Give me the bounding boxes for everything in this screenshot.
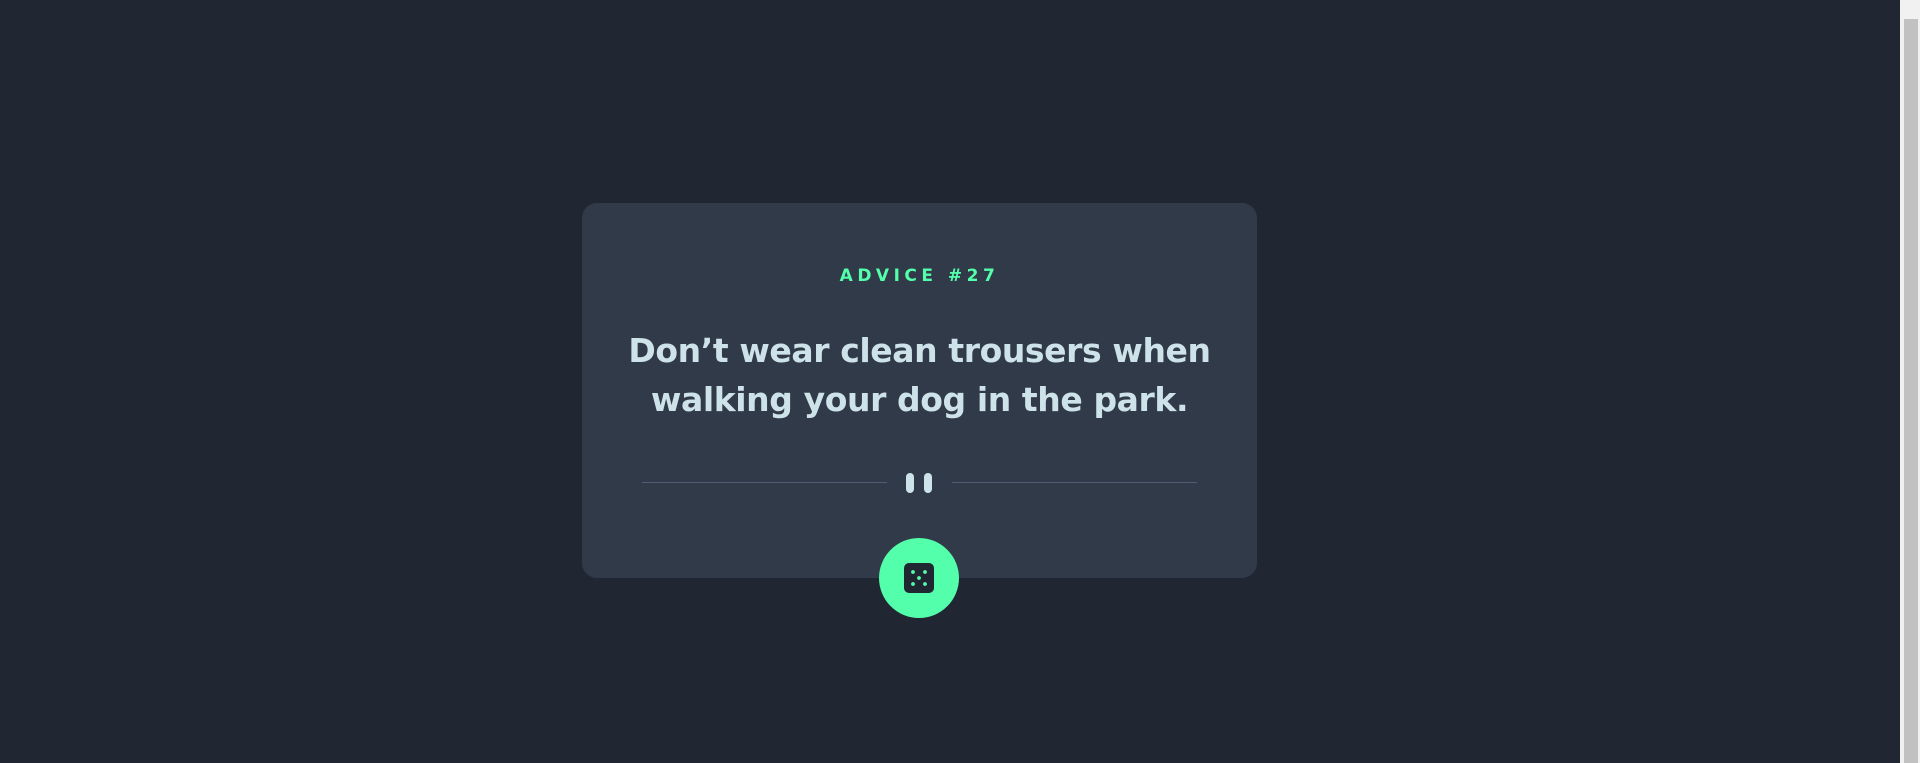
- advice-text: Don’t wear clean trousers when walking y…: [628, 331, 1211, 419]
- advice-card: ADVICE #27 Don’t wear clean trousers whe…: [582, 203, 1257, 578]
- new-advice-button[interactable]: [879, 538, 959, 618]
- pause-bar-right: [924, 473, 932, 493]
- advice-number-label: ADVICE #27: [839, 266, 1000, 286]
- vertical-scrollbar[interactable]: [1900, 0, 1920, 763]
- page-background: ADVICE #27 Don’t wear clean trousers whe…: [0, 0, 1900, 763]
- divider-line-left: [642, 482, 887, 483]
- divider-line-right: [952, 482, 1197, 483]
- pause-bar-left: [906, 473, 914, 493]
- scrollbar-thumb[interactable]: [1904, 19, 1918, 763]
- dice-icon: [904, 563, 934, 593]
- pause-icon: [906, 473, 934, 493]
